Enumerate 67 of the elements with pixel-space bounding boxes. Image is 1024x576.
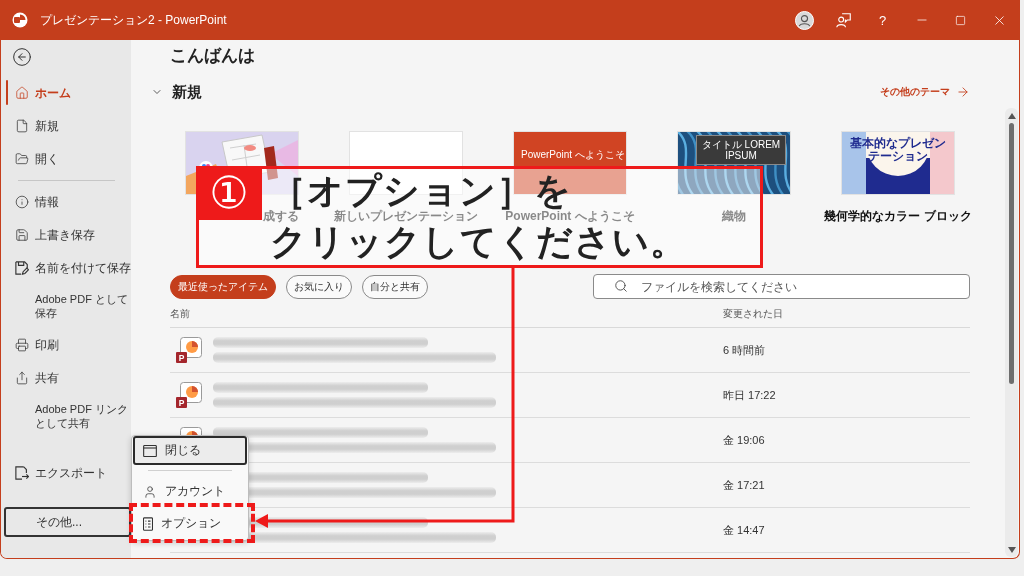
template-thumbnail[interactable]: タイトル LOREM IPSUM [677,131,791,195]
save-pencil-icon [15,260,29,275]
sidebar-item[interactable]: エクスポート [1,456,131,489]
greeting-heading: こんばんは [170,46,256,66]
sidebar-item[interactable]: ホーム [1,76,131,109]
help-button[interactable]: ? [863,0,902,40]
sidebar-item[interactable]: 印刷 [1,328,131,361]
back-button[interactable] [12,47,32,67]
modified-date: 6 時間前 [723,342,766,358]
menu-item[interactable]: オプション [133,509,251,538]
window-title: プレゼンテーション2 - PowerPoint [40,11,227,29]
template-thumbnail[interactable]: 基本的なプレゼンテーション [841,131,955,195]
sidebar-item[interactable]: 情報 [1,185,131,218]
options-list-icon [143,516,153,531]
document-arrow-icon [15,465,29,480]
sidebar-item[interactable]: 上書き保存 [1,218,131,251]
template-label: 成する [263,210,299,223]
column-header: 名前 [170,308,191,321]
scrollbar-thumb[interactable] [1009,123,1014,384]
template-label: 織物 [722,210,746,223]
back-icon [12,47,32,67]
modified-date: 金 14:47 [723,522,765,538]
save-icon [15,227,29,242]
sidebar-item[interactable]: 開く [1,142,131,175]
scrollbar[interactable] [1005,108,1018,557]
more-button[interactable]: その他... [4,507,131,537]
sidebar-item[interactable]: 名前を付けて保存 [1,251,131,284]
more-themes-link[interactable]: その他のテーマ [880,85,970,99]
scroll-down-icon [1007,547,1016,553]
scroll-up-icon [1007,113,1016,119]
person-icon [143,484,157,499]
arrow-right-icon [956,85,970,99]
sidebar-item[interactable]: Adobe PDF リンクとして共有 [1,394,131,438]
modified-date: 金 17:21 [723,477,765,493]
slide-title: タイトル LOREM IPSUM [696,135,786,165]
window-icon [143,444,157,457]
modified-date: 金 19:06 [723,432,765,448]
column-header: 変更された日 [723,308,783,321]
filter-tab[interactable]: 最近使ったアイテム [170,274,276,299]
filter-tab[interactable]: お気に入り [286,274,352,299]
sidebar-item[interactable]: 新規 [1,109,131,142]
maximize-icon [955,14,966,26]
avatar-icon [795,10,814,30]
share-icon [15,370,29,385]
template-label: PowerPoint へようこそ [505,210,635,223]
person-speech-icon [836,12,851,28]
modified-date: 昨日 17:22 [723,387,776,403]
slide-title: PowerPoint へようこそ [521,148,625,162]
sidebar-item[interactable]: 共有 [1,361,131,394]
filter-tab[interactable]: 自分と共有 [362,274,428,299]
app-logo-icon [12,12,28,28]
menu-item[interactable]: アカウント [133,477,247,506]
printer-icon [15,337,29,352]
info-icon [15,194,29,209]
step-number: ① [196,166,262,220]
search-icon [614,279,628,293]
home-icon [15,85,29,100]
template-label: 幾何学的なカラー ブロック [824,210,972,223]
slide-title: 基本的なプレゼンテーション [849,137,947,163]
document-icon [15,118,29,133]
folder-icon [15,151,29,166]
sidebar-item[interactable]: Adobe PDF として保存 [1,284,131,328]
template-label: 新しいプレゼンテーション [334,210,478,223]
section-title: 新規 [172,82,202,102]
menu-item[interactable]: 閉じる [133,436,247,465]
instruction-text: クリックしてください。 [270,224,687,260]
search-field[interactable]: ファイルを検索してください [593,274,970,299]
